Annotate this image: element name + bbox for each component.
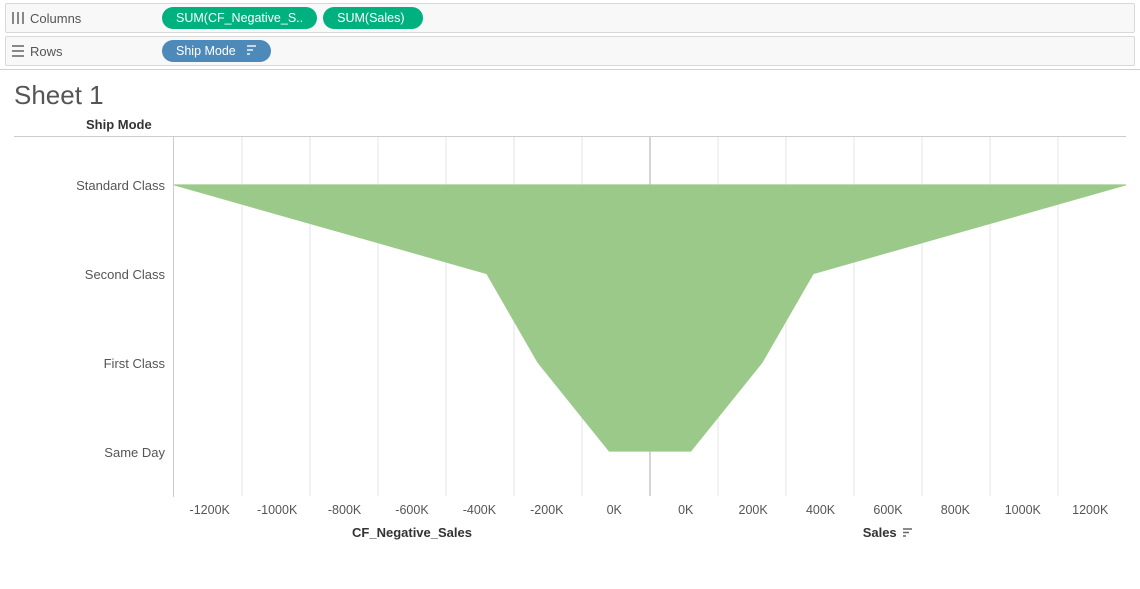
x-tick: -600K (378, 503, 445, 517)
x-label-right[interactable]: Sales (650, 517, 1126, 540)
rows-shelf[interactable]: Rows Ship Mode (5, 36, 1135, 66)
x-tick: -800K (311, 503, 378, 517)
y-tick: First Class (14, 319, 173, 408)
pill-label: SUM(CF_Negative_S.. (176, 11, 303, 25)
axis-label-text: Sales (863, 525, 897, 540)
sort-icon (236, 45, 257, 58)
x-tick: 600K (854, 503, 921, 517)
pill-sum-sales[interactable]: SUM(Sales) (323, 7, 423, 29)
x-label-left[interactable]: CF_Negative_Sales (174, 517, 650, 540)
columns-label-text: Columns (30, 11, 81, 26)
x-tick: -400K (446, 503, 513, 517)
x-tick: -1000K (243, 503, 310, 517)
rows-icon (12, 45, 24, 57)
x-tick: 1000K (989, 503, 1056, 517)
pill-label: Ship Mode (176, 44, 236, 58)
x-tick: 200K (719, 503, 786, 517)
x-axis-left: -1200K -1000K -800K -600K -400K -200K 0K (174, 497, 650, 517)
funnel-svg (174, 137, 1126, 496)
sheet-view: Sheet 1 Ship Mode Standard Class Second … (0, 70, 1140, 545)
funnel-polygon (174, 185, 1126, 451)
chart-plot-area[interactable] (174, 136, 1126, 496)
x-axis-labels: CF_Negative_Sales Sales (174, 517, 1126, 540)
x-tick: 0K (581, 503, 648, 517)
x-tick: 1200K (1057, 503, 1124, 517)
sort-indicator-icon (903, 528, 913, 540)
y-tick: Second Class (14, 230, 173, 319)
columns-shelf-label: Columns (12, 11, 162, 26)
x-tick: -1200K (176, 503, 243, 517)
x-tick: -200K (513, 503, 580, 517)
row-header-label: Ship Mode (14, 117, 1126, 132)
axis-label-text: CF_Negative_Sales (352, 525, 472, 540)
pill-cf-negative-sales[interactable]: SUM(CF_Negative_S.. (162, 7, 317, 29)
y-tick: Same Day (14, 408, 173, 497)
pill-label: SUM(Sales) (337, 11, 404, 25)
x-tick: 800K (922, 503, 989, 517)
y-axis: Standard Class Second Class First Class … (14, 136, 174, 497)
y-tick: Standard Class (14, 141, 173, 230)
rows-label-text: Rows (30, 44, 63, 59)
x-tick: 400K (787, 503, 854, 517)
columns-icon (12, 12, 24, 24)
rows-shelf-label: Rows (12, 44, 162, 59)
columns-shelf[interactable]: Columns SUM(CF_Negative_S.. SUM(Sales) (5, 3, 1135, 33)
pill-ship-mode[interactable]: Ship Mode (162, 40, 271, 62)
x-axis-right: 0K 200K 400K 600K 800K 1000K 1200K (650, 497, 1126, 517)
sheet-title: Sheet 1 (14, 80, 1126, 111)
x-axis: -1200K -1000K -800K -600K -400K -200K 0K… (174, 497, 1126, 517)
x-tick: 0K (652, 503, 719, 517)
